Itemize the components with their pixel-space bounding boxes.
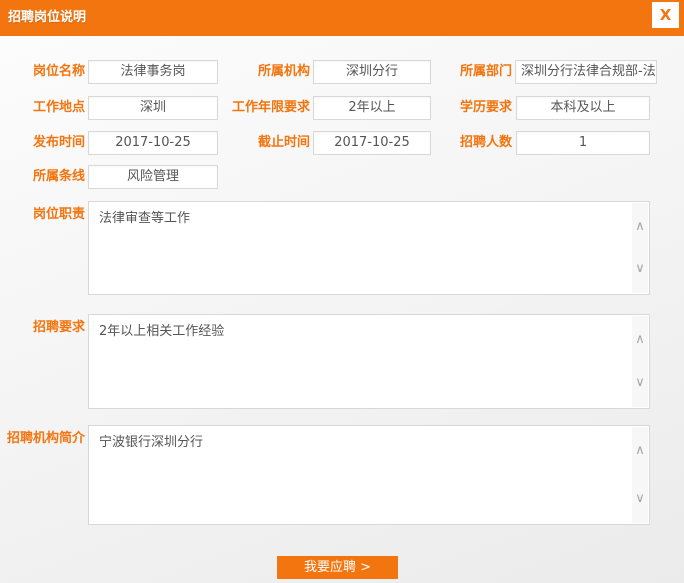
chevron-down-icon[interactable]: ∨: [635, 377, 645, 389]
duties-scrollbar[interactable]: ∧ ∨: [632, 203, 648, 293]
duties-text: 法律审查等工作: [89, 202, 631, 294]
textarea-duties[interactable]: 法律审查等工作 ∧ ∨: [88, 201, 650, 295]
field-department[interactable]: 深圳分行法律合规部-法律: [515, 60, 657, 84]
chevron-up-icon[interactable]: ∧: [635, 334, 645, 346]
chevron-up-icon[interactable]: ∧: [635, 221, 645, 233]
label-deadline: 截止时间: [190, 131, 310, 155]
field-education[interactable]: 本科及以上: [516, 96, 650, 120]
label-requirements: 招聘要求: [0, 316, 85, 340]
label-business-line: 所属条线: [0, 165, 85, 189]
field-headcount[interactable]: 1: [516, 131, 650, 155]
label-job-name: 岗位名称: [0, 60, 85, 84]
label-department: 所属部门: [392, 60, 512, 84]
label-experience: 工作年限要求: [190, 96, 310, 120]
chevron-down-icon[interactable]: ∨: [635, 263, 645, 275]
textarea-org-intro[interactable]: 宁波银行深圳分行 ∧ ∨: [88, 425, 650, 525]
dialog-title: 招聘岗位说明: [8, 0, 86, 36]
job-description-dialog: 招聘岗位说明 X 岗位名称 法律事务岗 所属机构 深圳分行 所属部门 深圳分行法…: [0, 0, 684, 583]
label-duties: 岗位职责: [0, 203, 85, 227]
org-intro-scrollbar[interactable]: ∧ ∨: [632, 427, 648, 523]
textarea-requirements[interactable]: 2年以上相关工作经验 ∧ ∨: [88, 314, 650, 409]
close-button[interactable]: X: [652, 2, 679, 28]
chevron-down-icon[interactable]: ∨: [635, 493, 645, 505]
label-publish-date: 发布时间: [0, 131, 85, 155]
dialog-body: 岗位名称 法律事务岗 所属机构 深圳分行 所属部门 深圳分行法律合规部-法律 工…: [0, 36, 684, 583]
org-intro-text: 宁波银行深圳分行: [89, 426, 631, 524]
label-location: 工作地点: [0, 96, 85, 120]
close-icon: X: [660, 6, 672, 24]
apply-button[interactable]: 我要应聘 >: [277, 556, 398, 579]
label-org: 所属机构: [190, 60, 310, 84]
label-org-intro: 招聘机构简介: [0, 427, 85, 451]
label-headcount: 招聘人数: [392, 131, 512, 155]
requirements-text: 2年以上相关工作经验: [89, 315, 631, 408]
dialog-header: 招聘岗位说明 X: [0, 0, 684, 36]
label-education: 学历要求: [392, 96, 512, 120]
field-business-line[interactable]: 风险管理: [88, 165, 218, 189]
chevron-up-icon[interactable]: ∧: [635, 445, 645, 457]
requirements-scrollbar[interactable]: ∧ ∨: [632, 316, 648, 407]
